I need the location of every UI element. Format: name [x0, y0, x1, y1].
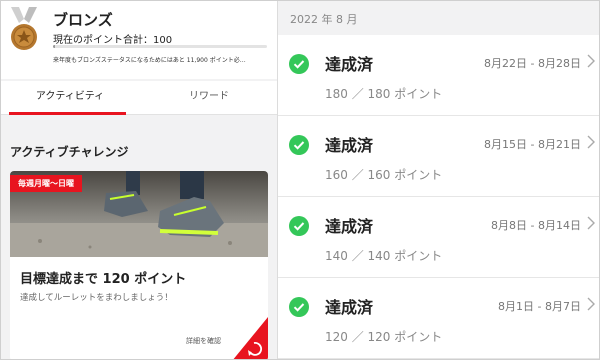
- challenge-subtitle: 達成してルーレットをまわしましょう！: [20, 293, 173, 303]
- row-points: 160 ／ 160 ポイント: [325, 168, 443, 182]
- month-label: 2022 年 8 月: [290, 13, 358, 26]
- active-tab-indicator: [9, 112, 126, 115]
- row-status: 達成済: [325, 55, 374, 74]
- check-circle-icon: [289, 135, 309, 155]
- left-panel: ブロンズ 現在のポイント合計：100 来年度もブロンズステータスになるためにはあ…: [1, 1, 278, 360]
- history-row[interactable]: 達成済 8月22日 - 8月28日 180 ／ 180 ポイント: [278, 35, 599, 116]
- month-header: 2022 年 8 月: [278, 1, 599, 35]
- chevron-right-icon: [587, 297, 595, 311]
- row-dates: 8月1日 - 8月7日: [498, 300, 581, 313]
- current-points: 現在のポイント合計：100: [53, 35, 173, 46]
- history-row[interactable]: 達成済 8月1日 - 8月7日 120 ／ 120 ポイント: [278, 278, 599, 359]
- row-points: 180 ／ 180 ポイント: [325, 87, 443, 101]
- row-dates: 8月8日 - 8月14日: [491, 219, 581, 232]
- check-circle-icon: [289, 54, 309, 74]
- row-points: 120 ／ 120 ポイント: [325, 330, 443, 344]
- challenge-card[interactable]: 毎週月曜〜日曜 目標達成まで 120 ポイント 達成してルーレットをまわしましょ…: [10, 171, 268, 360]
- row-status: 達成済: [325, 298, 374, 317]
- check-circle-icon: [289, 297, 309, 317]
- bronze-medal-icon: [11, 7, 37, 50]
- refresh-icon[interactable]: [232, 317, 268, 360]
- row-dates: 8月15日 - 8月21日: [484, 138, 581, 151]
- challenge-photo: 毎週月曜〜日曜: [10, 171, 268, 257]
- row-points: 140 ／ 140 ポイント: [325, 249, 443, 263]
- tab-activity[interactable]: アクティビティ: [1, 81, 139, 115]
- status-header: ブロンズ 現在のポイント合計：100 来年度もブロンズステータスになるためにはあ…: [1, 1, 277, 79]
- chevron-right-icon: [587, 135, 595, 149]
- app-frame: ブロンズ 現在のポイント合計：100 来年度もブロンズステータスになるためにはあ…: [0, 0, 600, 360]
- chevron-right-icon: [587, 54, 595, 68]
- schedule-badge: 毎週月曜〜日曜: [10, 175, 82, 192]
- rank-name: ブロンズ: [53, 11, 113, 29]
- row-dates: 8月22日 - 8月28日: [484, 57, 581, 70]
- rank-progress-fill: [53, 45, 56, 48]
- check-circle-icon: [289, 216, 309, 236]
- rank-progress-bar: [53, 45, 267, 48]
- row-status: 達成済: [325, 136, 374, 155]
- details-link[interactable]: 詳細を確認: [186, 336, 221, 346]
- history-row[interactable]: 達成済 8月15日 - 8月21日 160 ／ 160 ポイント: [278, 116, 599, 197]
- chevron-right-icon: [587, 216, 595, 230]
- history-panel: 2022 年 8 月 達成済 8月22日 - 8月28日 180 ／ 180 ポ…: [278, 1, 599, 359]
- section-title: アクティブチャレンジ: [10, 145, 129, 159]
- row-status: 達成済: [325, 217, 374, 236]
- rank-note: 来年度もブロンズステータスになるためにはあと 11,900 ポイント必…: [53, 57, 246, 64]
- history-row[interactable]: 達成済 8月8日 - 8月14日 140 ／ 140 ポイント: [278, 197, 599, 278]
- tab-bar: アクティビティ リワード: [1, 81, 277, 115]
- tab-rewards[interactable]: リワード: [140, 81, 277, 115]
- challenge-title: 目標達成まで 120 ポイント: [20, 272, 187, 287]
